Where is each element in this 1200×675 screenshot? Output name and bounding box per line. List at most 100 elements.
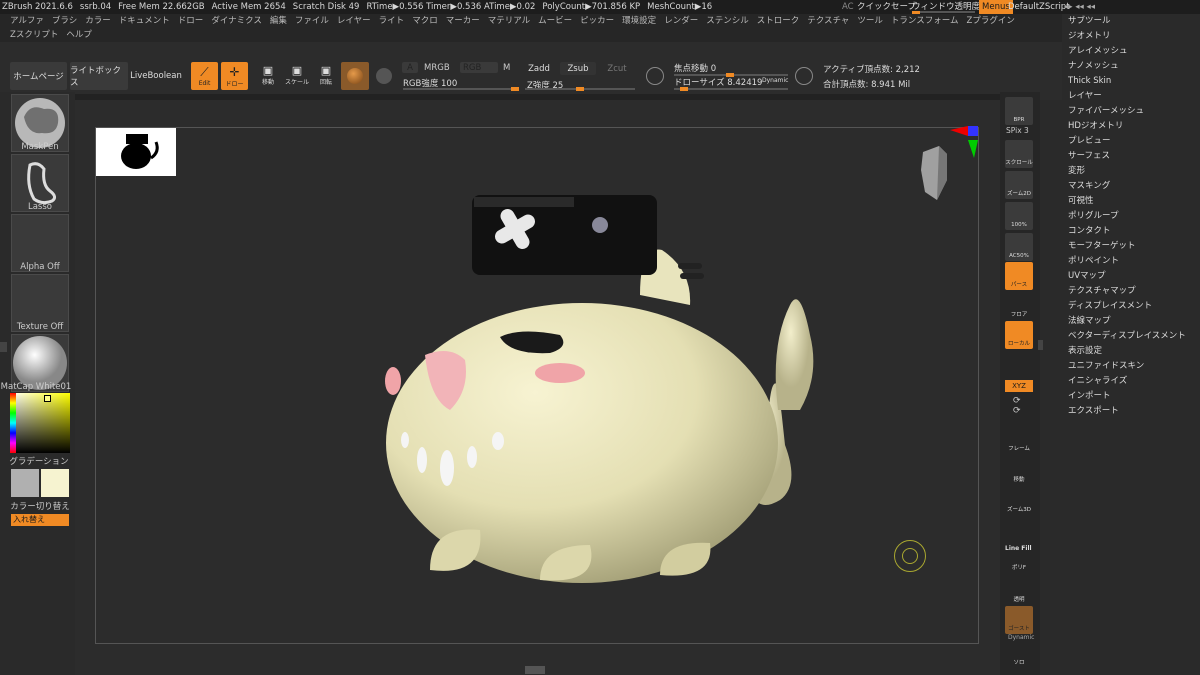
menu-render[interactable]: レンダー	[664, 14, 698, 28]
model-cat-sculpt[interactable]	[370, 185, 840, 585]
menu-document[interactable]: ドキュメント	[119, 14, 170, 28]
menu-movie[interactable]: ムービー	[538, 14, 572, 28]
menu-layer[interactable]: レイヤー	[337, 14, 371, 28]
stroke-icon[interactable]	[376, 68, 392, 84]
submenu-preview[interactable]: プレビュー	[1062, 134, 1200, 149]
axis-gizmo-icon[interactable]	[948, 126, 980, 162]
submenu-displayproperties[interactable]: 表示設定	[1062, 344, 1200, 359]
submenu-vectordisplacement[interactable]: ベクターディスプレイスメント	[1062, 329, 1200, 344]
submenu-displacement[interactable]: ディスプレイスメント	[1062, 299, 1200, 314]
hue-strip[interactable]	[10, 393, 16, 453]
submenu-fibermesh[interactable]: ファイバーメッシュ	[1062, 104, 1200, 119]
move-button[interactable]: ▣ 移動	[255, 62, 281, 88]
menu-edit[interactable]: 編集	[270, 14, 287, 28]
swap-button[interactable]: 入れ替え	[11, 514, 69, 526]
scroll-button[interactable]: スクロール	[1005, 140, 1033, 168]
submenu-texturemap[interactable]: テクスチャマップ	[1062, 284, 1200, 299]
polyf-button[interactable]: ポリF	[1005, 545, 1033, 573]
submenu-nanomesh[interactable]: ナノメッシュ	[1062, 59, 1200, 74]
menu-macro[interactable]: マクロ	[412, 14, 438, 28]
submenu-masking[interactable]: マスキング	[1062, 179, 1200, 194]
frame-button[interactable]: フレーム	[1005, 426, 1033, 454]
submenu-layers[interactable]: レイヤー	[1062, 89, 1200, 104]
perspective-button[interactable]: パース	[1005, 262, 1033, 290]
gradient-label[interactable]: グラデーション	[0, 455, 79, 467]
material-swatch[interactable]	[341, 62, 369, 90]
quicksave-button[interactable]: クイックセーブ	[857, 0, 916, 14]
submenu-morphtarget[interactable]: モーフターゲット	[1062, 239, 1200, 254]
menu-tool[interactable]: ツール	[857, 14, 883, 28]
zadd-button[interactable]: Zadd	[521, 62, 557, 75]
s-icon[interactable]	[646, 67, 664, 85]
menu-picker[interactable]: ピッカー	[580, 14, 614, 28]
lock-icon[interactable]	[1005, 352, 1033, 380]
submenu-polypaint[interactable]: ポリペイント	[1062, 254, 1200, 269]
rotate-axis-icon[interactable]: ⟳ ⟳	[1013, 396, 1025, 422]
zcut-button[interactable]: Zcut	[599, 62, 635, 75]
menu-zscript[interactable]: Zスクリプト	[10, 28, 58, 42]
menu-marker[interactable]: マーカー	[446, 14, 480, 28]
xyz-button[interactable]: XYZ	[1005, 380, 1033, 392]
home-page-button[interactable]: ホームページ	[10, 62, 67, 90]
menu-texture[interactable]: テクスチャ	[807, 14, 849, 28]
menu-alpha[interactable]: アルファ	[10, 14, 44, 28]
submenu-surface[interactable]: サーフェス	[1062, 149, 1200, 164]
a-button[interactable]: A	[402, 62, 418, 73]
main-color-swatch[interactable]	[41, 469, 69, 497]
edit-button[interactable]: ⟋ Edit	[191, 62, 218, 90]
ghost-button[interactable]: ゴースト	[1005, 606, 1033, 634]
color-switch-label[interactable]: カラー切り替え	[0, 500, 80, 512]
arrows-icon[interactable]: ◂▸ ◂◂ ◂◂	[1064, 0, 1095, 14]
dynamic-toggle[interactable]: Dynamic	[762, 77, 788, 84]
left-collapse-icon[interactable]	[0, 342, 7, 352]
submenu-polygroups[interactable]: ポリグループ	[1062, 209, 1200, 224]
z-intensity-track[interactable]	[525, 87, 635, 91]
floor-button[interactable]: フロア	[1005, 292, 1033, 320]
focal-shift-slider[interactable]: 焦点移動 0	[674, 62, 716, 74]
right-collapse-icon[interactable]	[1038, 340, 1043, 350]
color-picker[interactable]	[10, 393, 70, 453]
menu-light[interactable]: ライト	[379, 14, 405, 28]
menu-material[interactable]: マテリアル	[488, 14, 530, 28]
m-button[interactable]: M	[503, 63, 510, 73]
submenu-arraymesh[interactable]: アレイメッシュ	[1062, 44, 1200, 59]
draw-size-track[interactable]	[674, 87, 788, 91]
submenu-export[interactable]: エクスポート	[1062, 404, 1200, 419]
local-button[interactable]: ローカル	[1005, 321, 1033, 349]
zsub-button[interactable]: Zsub	[560, 62, 596, 75]
transparent-button[interactable]: 透明	[1005, 577, 1033, 605]
rgb-intensity-track[interactable]	[403, 87, 519, 91]
solo-button[interactable]: ソロ	[1005, 640, 1033, 668]
submenu-unifiedskin[interactable]: ユニファイドスキン	[1062, 359, 1200, 374]
canvas-bottom-handle-icon[interactable]	[525, 666, 545, 674]
bpr-button[interactable]: BPR	[1005, 97, 1033, 125]
actual-size-button[interactable]: 100%	[1005, 202, 1033, 230]
zoom2d-button[interactable]: ズーム2D	[1005, 171, 1033, 199]
submenu-geometry[interactable]: ジオメトリ	[1062, 29, 1200, 44]
ac50-button[interactable]: AC50%	[1005, 233, 1033, 261]
menu-file[interactable]: ファイル	[295, 14, 329, 28]
menu-zplugin[interactable]: Zプラグイン	[967, 14, 1015, 28]
default-zscript-button[interactable]: DefaultZScript	[1008, 0, 1070, 14]
menu-brush[interactable]: ブラシ	[52, 14, 77, 28]
submenu-thickskin[interactable]: Thick Skin	[1062, 74, 1200, 89]
submenu-deformation[interactable]: 変形	[1062, 164, 1200, 179]
submenu-hdgeometry[interactable]: HDジオメトリ	[1062, 119, 1200, 134]
mrgb-button[interactable]: MRGB	[424, 63, 450, 73]
submenu-import[interactable]: インポート	[1062, 389, 1200, 404]
menu-stroke[interactable]: ストローク	[757, 14, 800, 28]
menu-help[interactable]: ヘルプ	[66, 28, 92, 42]
submenu-visibility[interactable]: 可視性	[1062, 194, 1200, 209]
submenu-initialize[interactable]: イニシャライズ	[1062, 374, 1200, 389]
liveboolean-button[interactable]: LiveBoolean	[130, 62, 182, 90]
draw-button[interactable]: ✛ ドロー	[221, 62, 248, 90]
zoom3d-button[interactable]: ズーム3D	[1005, 487, 1033, 515]
move-view-button[interactable]: 移動	[1005, 457, 1033, 485]
menu-draw[interactable]: ドロー	[178, 14, 204, 28]
transparency-track[interactable]	[912, 11, 975, 14]
menu-preferences[interactable]: 環境設定	[622, 14, 656, 28]
submenu-subtool[interactable]: サブツール	[1062, 14, 1200, 29]
submenu-normalmap[interactable]: 法線マップ	[1062, 314, 1200, 329]
menu-stencil[interactable]: ステンシル	[706, 14, 749, 28]
secondary-color-swatch[interactable]	[11, 469, 39, 497]
